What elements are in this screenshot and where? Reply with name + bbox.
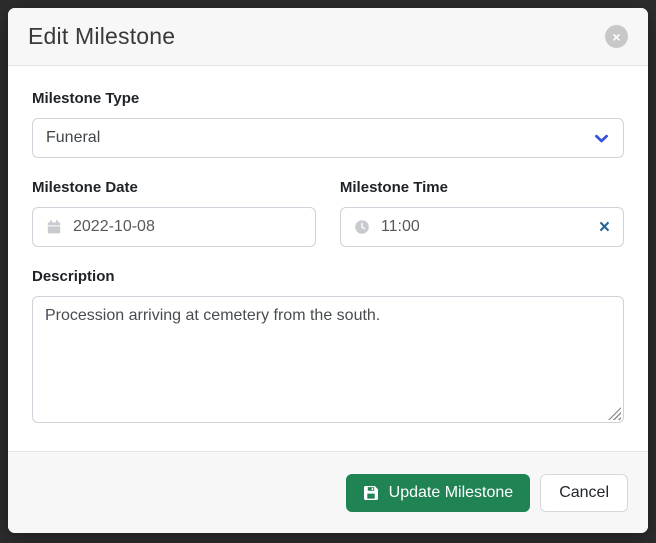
clear-time-button[interactable]: ×: [599, 218, 610, 237]
milestone-type-select[interactable]: Funeral: [32, 118, 624, 158]
modal-body: Milestone Type Funeral Milestone Date: [8, 66, 648, 451]
description-label: Description: [32, 268, 624, 285]
edit-milestone-modal: Edit Milestone × Milestone Type Funeral …: [8, 8, 648, 533]
milestone-date-field[interactable]: [32, 207, 316, 247]
modal-title: Edit Milestone: [28, 23, 175, 50]
milestone-time-label: Milestone Time: [340, 179, 624, 196]
description-group: Description Procession arriving at cemet…: [32, 268, 624, 423]
milestone-time-group: Milestone Time ×: [340, 179, 624, 247]
milestone-type-value: Funeral: [46, 129, 100, 147]
modal-header: Edit Milestone ×: [8, 8, 648, 66]
clock-icon: [354, 219, 370, 235]
milestone-date-group: Milestone Date: [32, 179, 316, 247]
calendar-icon: [46, 219, 62, 235]
update-milestone-button[interactable]: Update Milestone: [346, 474, 531, 512]
close-icon: ×: [612, 30, 620, 44]
chevron-down-icon: [593, 130, 610, 147]
milestone-time-input[interactable]: [381, 218, 588, 236]
update-milestone-label: Update Milestone: [389, 484, 514, 502]
cancel-button[interactable]: Cancel: [540, 474, 628, 512]
milestone-type-label: Milestone Type: [32, 90, 624, 107]
milestone-time-field[interactable]: ×: [340, 207, 624, 247]
milestone-date-input[interactable]: [73, 218, 302, 236]
modal-footer: Update Milestone Cancel: [8, 451, 648, 533]
description-textarea[interactable]: Procession arriving at cemetery from the…: [32, 296, 624, 423]
close-button[interactable]: ×: [605, 25, 628, 48]
save-icon: [363, 485, 379, 501]
milestone-date-label: Milestone Date: [32, 179, 316, 196]
milestone-type-group: Milestone Type Funeral: [32, 90, 624, 158]
clear-time-icon: ×: [599, 217, 610, 238]
